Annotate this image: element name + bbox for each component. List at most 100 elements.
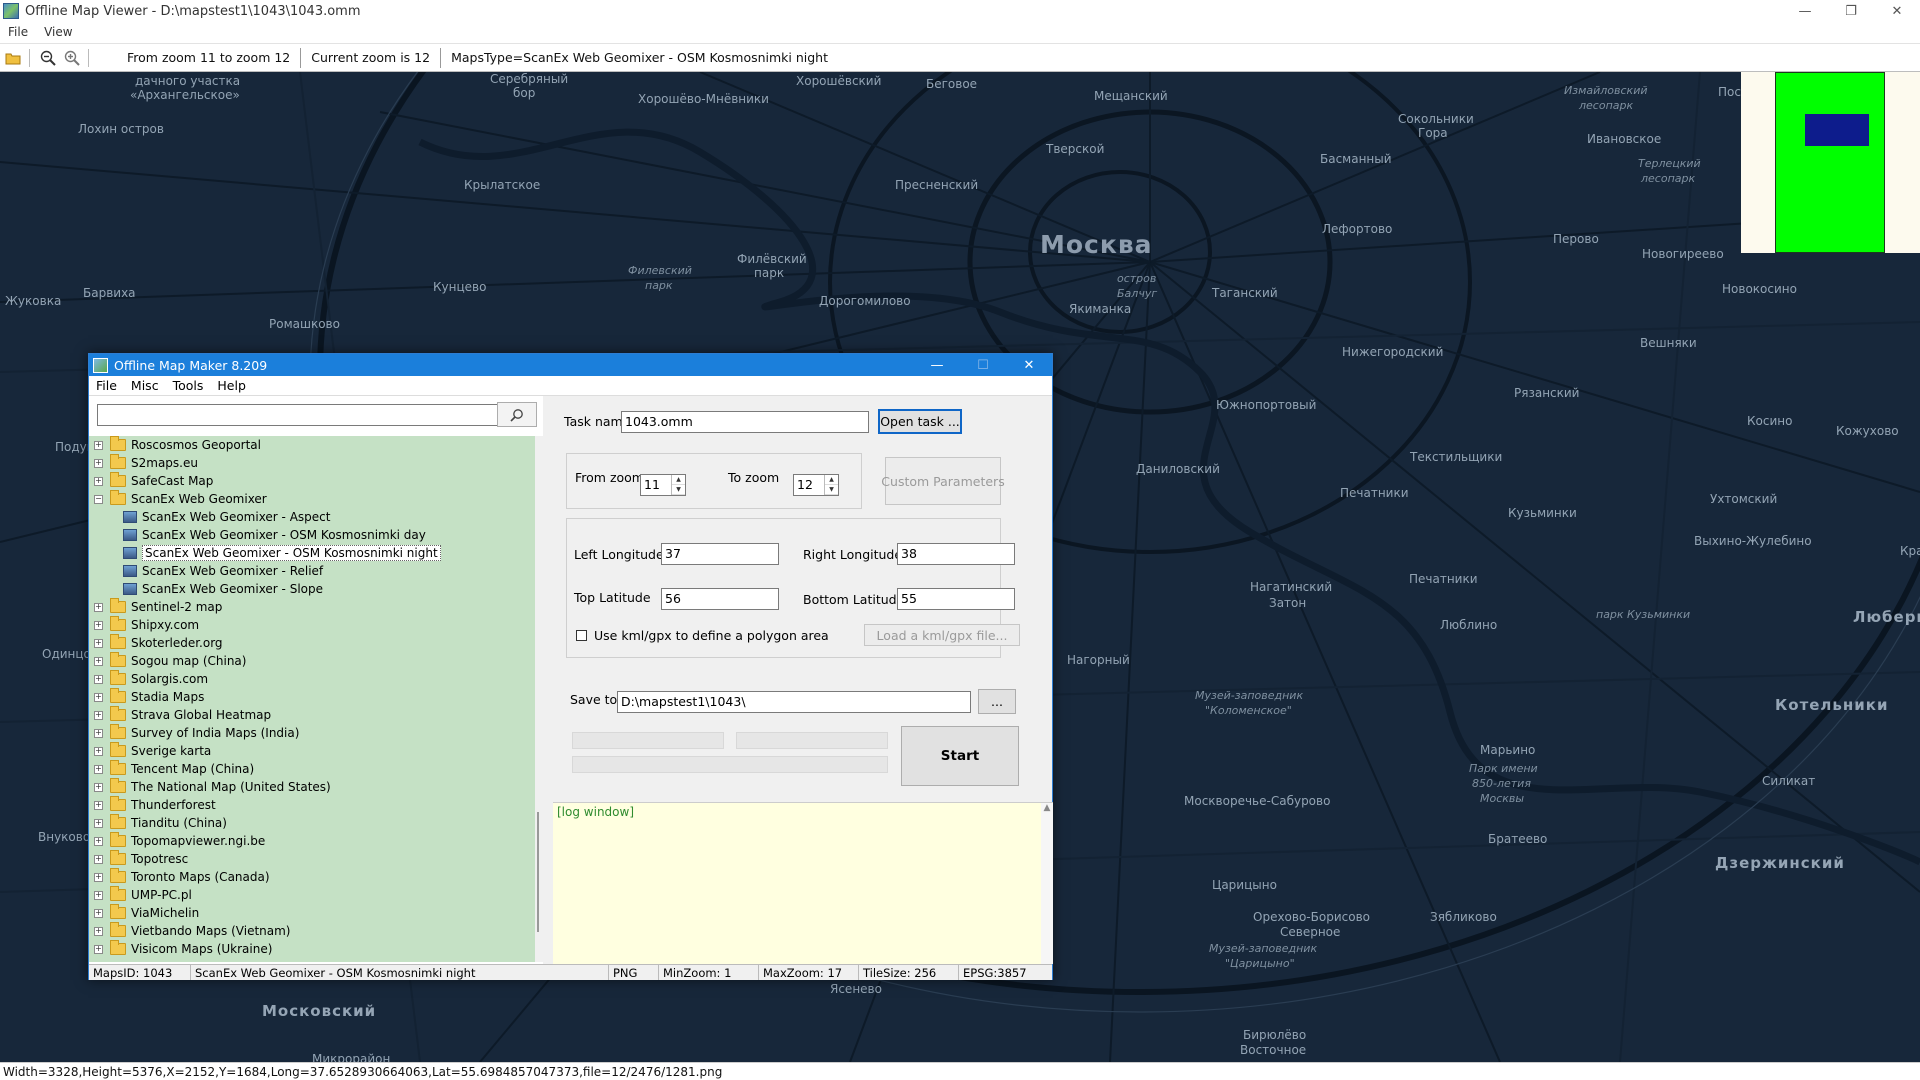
tree-folder-item[interactable]: + S2maps.eu: [89, 454, 198, 472]
left-longitude-input[interactable]: 37: [661, 543, 779, 565]
bottom-latitude-input[interactable]: 55: [897, 588, 1015, 610]
custom-parameters-button[interactable]: Custom Parameters: [881, 457, 1005, 505]
use-kml-checkbox[interactable]: [576, 630, 587, 641]
expand-icon[interactable]: +: [94, 440, 103, 450]
expand-icon[interactable]: +: [94, 854, 103, 864]
dialog-close-icon[interactable]: ✕: [1006, 354, 1052, 376]
scroll-up-icon[interactable]: ▲: [1041, 803, 1053, 813]
dialog-maximize-icon[interactable]: ☐: [960, 354, 1006, 376]
tree-folder-item[interactable]: + The National Map (United States): [89, 778, 331, 796]
map-place-label: Басманный: [1320, 152, 1392, 166]
tree-folder-item[interactable]: + Survey of India Maps (India): [89, 724, 299, 742]
collapse-icon[interactable]: −: [94, 494, 103, 504]
tree-folder-item[interactable]: + Topotresc: [89, 850, 188, 868]
tree-folder-item[interactable]: + Visicom Maps (Ukraine): [89, 940, 272, 958]
overview-minimap[interactable]: [1741, 72, 1920, 253]
expand-icon[interactable]: +: [94, 944, 103, 954]
tree-folder-item[interactable]: + Thunderforest: [89, 796, 216, 814]
search-button[interactable]: [497, 402, 537, 427]
tree-map-item[interactable]: ScanEx Web Geomixer - Relief: [89, 562, 323, 580]
tree-map-item[interactable]: ScanEx Web Geomixer - OSM Kosmosnimki da…: [89, 526, 426, 544]
expand-icon[interactable]: +: [94, 800, 103, 810]
task-name-input[interactable]: 1043.omm: [621, 411, 869, 433]
tree-folder-item[interactable]: − ScanEx Web Geomixer: [89, 490, 267, 508]
expand-icon[interactable]: +: [94, 908, 103, 918]
to-zoom-arrows[interactable]: ▲ ▼: [824, 475, 838, 495]
tree-folder-item[interactable]: + Sverige karta: [89, 742, 211, 760]
dialog-menu-file[interactable]: File: [89, 378, 124, 393]
expand-icon[interactable]: +: [94, 602, 103, 612]
spin-up-icon[interactable]: ▲: [672, 475, 685, 485]
expand-icon[interactable]: +: [94, 476, 103, 486]
from-zoom-arrows[interactable]: ▲ ▼: [671, 475, 685, 495]
spin-down-icon[interactable]: ▼: [672, 485, 685, 495]
close-icon[interactable]: ✕: [1874, 0, 1920, 22]
from-zoom-spinner[interactable]: 11 ▲ ▼: [640, 474, 686, 496]
tree-folder-item[interactable]: + UMP-PC.pl: [89, 886, 192, 904]
open-task-button[interactable]: Open task ...: [878, 409, 962, 434]
tree-scroll-thumb[interactable]: [537, 812, 539, 932]
dialog-menu-help[interactable]: Help: [210, 378, 253, 393]
tree-folder-item[interactable]: + Roscosmos Geoportal: [89, 436, 261, 454]
dialog-minimize-icon[interactable]: —: [914, 354, 960, 376]
tree-folder-item[interactable]: + Vietbando Maps (Vietnam): [89, 922, 291, 940]
tree-folder-item[interactable]: + Strava Global Heatmap: [89, 706, 271, 724]
tree-folder-item[interactable]: + Sentinel-2 map: [89, 598, 222, 616]
expand-icon[interactable]: +: [94, 836, 103, 846]
tree-folder-item[interactable]: + Topomapviewer.ngi.be: [89, 832, 265, 850]
browse-button[interactable]: ...: [978, 689, 1016, 714]
expand-icon[interactable]: +: [94, 710, 103, 720]
dialog-menu-misc[interactable]: Misc: [124, 378, 166, 393]
maps-tree[interactable]: + Roscosmos Geoportal + S2maps.eu + SafeCast …: [89, 436, 535, 962]
restore-icon[interactable]: ❐: [1828, 0, 1874, 22]
tree-folder-item[interactable]: + Solargis.com: [89, 670, 208, 688]
expand-icon[interactable]: +: [94, 656, 103, 666]
menu-view[interactable]: View: [36, 25, 80, 39]
menu-file[interactable]: File: [0, 25, 36, 39]
spin-up-icon[interactable]: ▲: [825, 475, 838, 485]
right-longitude-input[interactable]: 38: [897, 543, 1015, 565]
expand-icon[interactable]: +: [94, 692, 103, 702]
progress-bar-2: [736, 732, 888, 749]
tree-folder-item[interactable]: + Shipxy.com: [89, 616, 199, 634]
tree-folder-item[interactable]: + Toronto Maps (Canada): [89, 868, 270, 886]
log-window[interactable]: [log window] ▲: [553, 802, 1053, 964]
tree-map-item[interactable]: ScanEx Web Geomixer - Slope: [89, 580, 323, 598]
expand-icon[interactable]: +: [94, 818, 103, 828]
expand-icon[interactable]: +: [94, 674, 103, 684]
maps-search-input[interactable]: [97, 404, 503, 426]
tree-folder-item[interactable]: + Tencent Map (China): [89, 760, 254, 778]
tree-folder-item[interactable]: + Stadia Maps: [89, 688, 204, 706]
log-scrollbar[interactable]: ▲: [1041, 803, 1053, 964]
expand-icon[interactable]: +: [94, 872, 103, 882]
start-button[interactable]: Start: [901, 726, 1019, 786]
zoom-in-icon[interactable]: [61, 47, 83, 69]
minimap-viewport-indicator[interactable]: [1805, 114, 1869, 146]
tree-map-item[interactable]: ScanEx Web Geomixer - Aspect: [89, 508, 330, 526]
expand-icon[interactable]: +: [94, 458, 103, 468]
expand-icon[interactable]: +: [94, 926, 103, 936]
expand-icon[interactable]: +: [94, 764, 103, 774]
dialog-menu-tools[interactable]: Tools: [166, 378, 211, 393]
tree-folder-item[interactable]: + SafeCast Map: [89, 472, 213, 490]
top-latitude-input[interactable]: 56: [661, 588, 779, 610]
expand-icon[interactable]: +: [94, 728, 103, 738]
expand-icon[interactable]: +: [94, 638, 103, 648]
zoom-out-icon[interactable]: [37, 47, 59, 69]
expand-icon[interactable]: +: [94, 620, 103, 630]
expand-icon[interactable]: +: [94, 890, 103, 900]
tree-scrollbar[interactable]: [535, 436, 543, 962]
expand-icon[interactable]: +: [94, 782, 103, 792]
spin-down-icon[interactable]: ▼: [825, 485, 838, 495]
tree-folder-item[interactable]: + Sogou map (China): [89, 652, 246, 670]
tree-folder-item[interactable]: + Tianditu (China): [89, 814, 227, 832]
tree-folder-item[interactable]: + ViaMichelin: [89, 904, 199, 922]
tree-map-item[interactable]: ScanEx Web Geomixer - OSM Kosmosnimki ni…: [89, 544, 441, 562]
open-folder-icon[interactable]: [2, 47, 24, 69]
load-kml-button[interactable]: Load a kml/gpx file...: [864, 624, 1020, 646]
minimize-icon[interactable]: —: [1782, 0, 1828, 22]
to-zoom-spinner[interactable]: 12 ▲ ▼: [793, 474, 839, 496]
expand-icon[interactable]: +: [94, 746, 103, 756]
save-to-input[interactable]: D:\mapstest1\1043\: [617, 691, 971, 713]
tree-folder-item[interactable]: + Skoterleder.org: [89, 634, 223, 652]
